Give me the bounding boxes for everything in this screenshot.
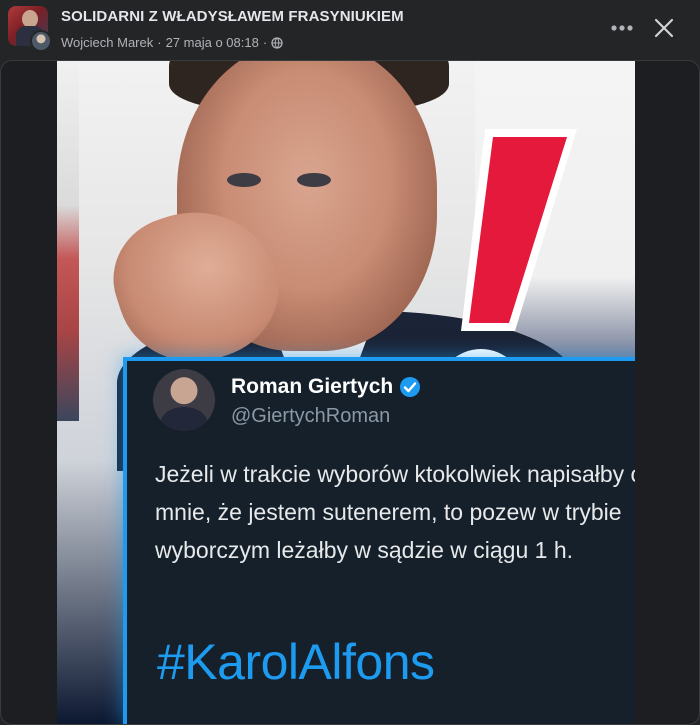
tweet-handle: @GiertychRoman: [231, 405, 391, 427]
tweet-avatar-suit: [161, 407, 207, 431]
post-meta: Wojciech Marek · 27 maja o 08:18 ·: [61, 35, 283, 50]
group-avatar-stack[interactable]: [8, 6, 52, 52]
meme-photo: Roman Giertych @GiertychRoman Jeżeli w t…: [57, 61, 635, 724]
photo-background-flag: [57, 61, 79, 421]
close-button[interactable]: [648, 12, 680, 44]
tweet-card: Roman Giertych @GiertychRoman Jeżeli w t…: [123, 357, 635, 724]
author-avatar[interactable]: [30, 30, 52, 52]
author-name-link[interactable]: Wojciech Marek: [61, 35, 153, 50]
tweet-text: Jeżeli w trakcie wyborów ktokolwiek napi…: [155, 461, 635, 563]
group-name-link[interactable]: SOLIDARNI Z WŁADYSŁAWEM FRASYNIUKIEM: [61, 8, 404, 25]
meta-separator-2: ·: [262, 35, 268, 50]
close-icon: [654, 18, 674, 38]
verified-badge-icon: [400, 377, 421, 397]
more-options-button[interactable]: [606, 14, 638, 42]
tweet-author: Roman Giertych: [231, 375, 421, 399]
tweet-author-avatar: [153, 369, 215, 431]
post-image[interactable]: Roman Giertych @GiertychRoman Jeżeli w t…: [0, 60, 700, 725]
meta-separator: ·: [157, 35, 162, 50]
tweet-author-name: Roman Giertych: [231, 375, 394, 398]
ellipsis-icon: [611, 25, 633, 31]
person-eye-left: [227, 173, 261, 187]
tweet-hashtag: #KarolAlfons: [157, 634, 435, 690]
post-header: SOLIDARNI Z WŁADYSŁAWEM FRASYNIUKIEM Woj…: [0, 0, 700, 62]
post-timestamp[interactable]: 27 maja o 08:18: [166, 35, 259, 50]
globe-icon: [271, 36, 283, 49]
person-eye-right: [297, 173, 331, 187]
